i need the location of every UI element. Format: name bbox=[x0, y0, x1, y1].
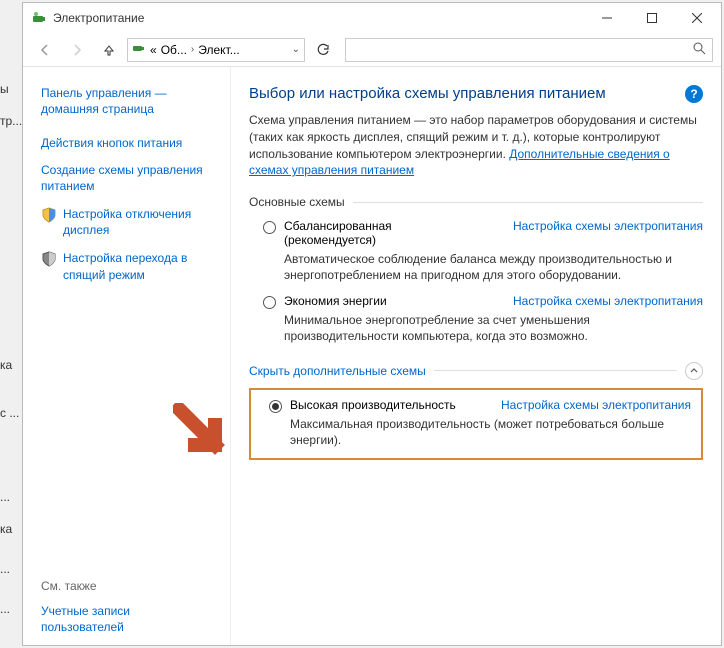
page-description: Схема управления питанием — это набор па… bbox=[249, 112, 703, 179]
plan-settings-link[interactable]: Настройка схемы электропитания bbox=[513, 294, 703, 308]
help-button[interactable]: ? bbox=[685, 85, 703, 103]
forward-button[interactable] bbox=[63, 36, 91, 64]
sidebar-accounts-link[interactable]: Учетные записи пользователей bbox=[41, 603, 216, 635]
bg-text: с ... bbox=[0, 406, 19, 420]
plan-description: Автоматическое соблюдение баланса между … bbox=[284, 251, 703, 283]
sidebar-item-create-plan[interactable]: Создание схемы управления питанием bbox=[41, 162, 216, 194]
radio-high-performance[interactable] bbox=[269, 400, 282, 413]
sidebar-home-link[interactable]: Панель управления — домашняя страница bbox=[41, 85, 216, 117]
basic-plans-group: Основные схемы Сбалансированная (рекомен… bbox=[249, 195, 703, 344]
window: Электропитание « Об... › Элект... ⌄ Пане… bbox=[22, 2, 722, 646]
hide-additional-link[interactable]: Скрыть дополнительные схемы bbox=[249, 364, 426, 378]
highlight-annotation: Высокая производительность Настройка схе… bbox=[249, 388, 703, 460]
main-content: ? Выбор или настройка схемы управления п… bbox=[231, 67, 721, 645]
search-icon[interactable] bbox=[693, 42, 706, 58]
back-button[interactable] bbox=[31, 36, 59, 64]
sidebar-item-power-buttons[interactable]: Действия кнопок питания bbox=[41, 135, 216, 151]
shield-icon bbox=[41, 207, 57, 223]
chevron-right-icon: › bbox=[191, 44, 194, 55]
shield-icon bbox=[41, 251, 57, 267]
radio-power-saver[interactable] bbox=[263, 296, 276, 309]
see-also-label: См. также bbox=[41, 579, 216, 593]
breadcrumb[interactable]: « Об... › Элект... ⌄ bbox=[127, 38, 305, 62]
sidebar: Панель управления — домашняя страница Де… bbox=[23, 67, 231, 645]
sidebar-item-sleep[interactable]: Настройка перехода в спящий режим bbox=[41, 250, 216, 282]
navbar: « Об... › Элект... ⌄ bbox=[23, 33, 721, 67]
titlebar[interactable]: Электропитание bbox=[23, 3, 721, 33]
search-input[interactable] bbox=[352, 43, 693, 57]
bg-text: ка bbox=[0, 522, 12, 536]
plan-name: Экономия энергии bbox=[284, 294, 387, 308]
search-box[interactable] bbox=[345, 38, 713, 62]
basic-plans-legend: Основные схемы bbox=[249, 195, 345, 209]
bg-text: тр... bbox=[0, 114, 22, 128]
minimize-button[interactable] bbox=[584, 4, 629, 32]
plan-power-saver[interactable]: Экономия энергии Настройка схемы электро… bbox=[263, 294, 703, 344]
bg-text: ка bbox=[0, 358, 12, 372]
breadcrumb-crumb[interactable]: « bbox=[150, 43, 157, 57]
page-title: Выбор или настройка схемы управления пит… bbox=[249, 85, 703, 102]
power-options-icon bbox=[31, 10, 47, 26]
radio-balanced[interactable] bbox=[263, 221, 276, 234]
plan-description: Максимальная производительность (может п… bbox=[290, 416, 691, 448]
breadcrumb-crumb[interactable]: Об... bbox=[161, 43, 187, 57]
plan-description: Минимальное энергопотребление за счет ум… bbox=[284, 312, 703, 344]
additional-plans-group: Скрыть дополнительные схемы Высокая прои… bbox=[249, 362, 703, 460]
bg-text: ... bbox=[0, 490, 10, 504]
bg-text: ы bbox=[0, 82, 9, 96]
close-button[interactable] bbox=[674, 4, 719, 32]
breadcrumb-crumb[interactable]: Элект... bbox=[198, 43, 239, 57]
power-options-icon bbox=[132, 41, 146, 58]
chevron-down-icon[interactable]: ⌄ bbox=[292, 44, 300, 55]
plan-balanced[interactable]: Сбалансированная (рекомендуется) Настрой… bbox=[263, 219, 703, 283]
sidebar-item-display-off[interactable]: Настройка отключения дисплея bbox=[41, 206, 216, 238]
plan-settings-link[interactable]: Настройка схемы электропитания bbox=[501, 398, 691, 412]
collapse-button[interactable] bbox=[685, 362, 703, 380]
maximize-button[interactable] bbox=[629, 4, 674, 32]
plan-name: Сбалансированная (рекомендуется) bbox=[284, 219, 392, 247]
bg-text: ... bbox=[0, 562, 10, 576]
plan-high-performance[interactable]: Высокая производительность Настройка схе… bbox=[269, 398, 691, 448]
window-title: Электропитание bbox=[53, 11, 584, 25]
plan-name: Высокая производительность bbox=[290, 398, 456, 412]
plan-settings-link[interactable]: Настройка схемы электропитания bbox=[513, 219, 703, 233]
bg-text: ... bbox=[0, 602, 10, 616]
refresh-button[interactable] bbox=[309, 36, 337, 64]
up-button[interactable] bbox=[95, 36, 123, 64]
arrow-annotation-icon bbox=[173, 403, 229, 462]
